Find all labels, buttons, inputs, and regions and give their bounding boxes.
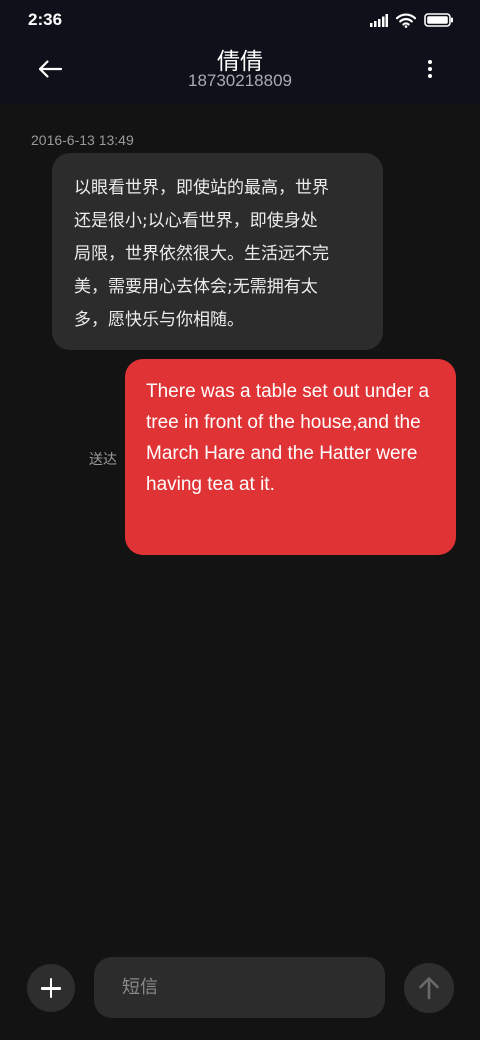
outgoing-message-bubble[interactable]: There was a table set out under a tree i… xyxy=(125,359,456,555)
contact-number: 18730218809 xyxy=(187,71,292,90)
incoming-message-text: 以眼看世界，即使站的最高，世界 还是很小;以心看世界，即使身处 局限，世界依然很… xyxy=(74,178,329,330)
status-time: 2:36 xyxy=(28,10,63,29)
status-icons xyxy=(370,10,454,30)
battery-icon xyxy=(424,13,453,27)
app-header: 2:36 倩倩 18730218809 xyxy=(0,0,480,104)
wifi-icon xyxy=(396,13,416,28)
message-timestamp: 2016-6-13 13:49 xyxy=(31,132,134,148)
signal-icon xyxy=(370,13,388,27)
sms-conversation-screen: 2:36 倩倩 18730218809 2016-6-13 13:49 以眼看世… xyxy=(0,0,480,1040)
incoming-message-bubble[interactable]: 以眼看世界，即使站的最高，世界 还是很小;以心看世界，即使身处 局限，世界依然很… xyxy=(52,153,383,350)
more-options-button[interactable] xyxy=(418,56,442,82)
send-button[interactable] xyxy=(404,963,454,1013)
delivery-status: 送达 xyxy=(89,452,117,468)
arrow-up-icon xyxy=(419,977,439,1000)
message-input[interactable] xyxy=(94,957,385,1018)
add-attachment-button[interactable] xyxy=(27,964,75,1012)
message-input-container xyxy=(94,957,385,1018)
outgoing-message-text: There was a table set out under a tree i… xyxy=(146,381,430,495)
